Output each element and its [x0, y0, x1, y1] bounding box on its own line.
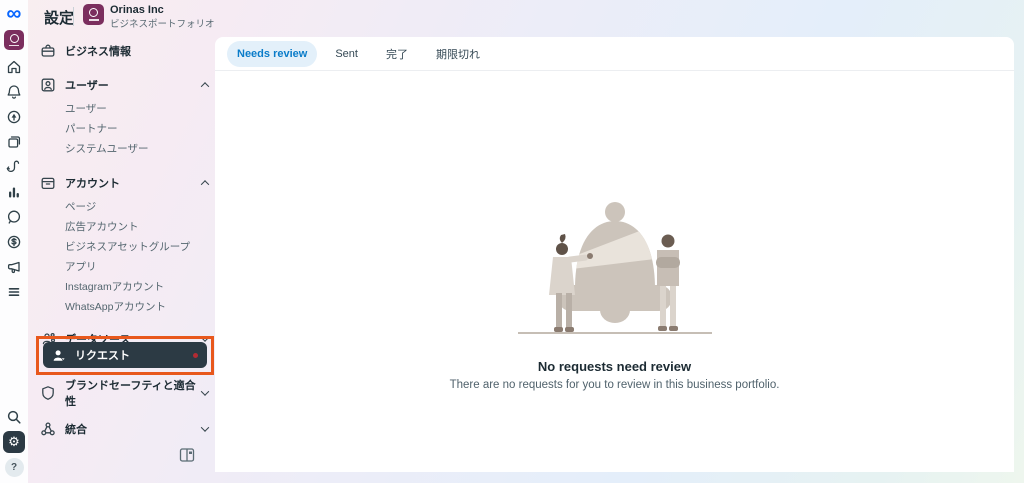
empty-state-subtitle: There are no requests for you to review …: [450, 379, 780, 391]
business-type-label: ビジネスポートフォリオ: [110, 16, 215, 30]
app-rail: ∞: [0, 0, 28, 483]
empty-state: No requests need review There are no req…: [215, 193, 1014, 391]
chevron-down-icon: [201, 387, 209, 395]
all-tools-icon[interactable]: [3, 281, 25, 303]
sidebar-label: ブランドセーフティと適合性: [65, 377, 202, 409]
sidebar-item-whatsapp-accounts[interactable]: WhatsAppアカウント: [40, 296, 214, 316]
notifications-icon[interactable]: [3, 81, 25, 103]
sidebar-section-brand-safety[interactable]: ブランドセーフティと適合性: [40, 380, 214, 406]
sidebar-label: アカウント: [65, 175, 202, 191]
chevron-down-icon: [201, 423, 209, 431]
sidebar-item-system-users[interactable]: システムユーザー: [40, 138, 214, 158]
ads-icon[interactable]: [3, 256, 25, 278]
messages-icon[interactable]: [3, 206, 25, 228]
hook-icon[interactable]: [3, 156, 25, 178]
sidebar-section-integrations[interactable]: 統合: [40, 416, 214, 442]
avatar-bar: [9, 45, 19, 47]
insights-icon[interactable]: [3, 181, 25, 203]
business-portfolio-avatar[interactable]: [83, 4, 104, 25]
monetization-icon[interactable]: [3, 231, 25, 253]
sidebar-item-instagram-accounts[interactable]: Instagramアカウント: [40, 276, 214, 296]
boost-icon[interactable]: [3, 106, 25, 128]
settings-sidebar: ビジネス情報 ユーザー ユーザー パートナー システムユーザー アカウント ペー…: [40, 38, 214, 352]
tab-needs-review[interactable]: Needs review: [227, 41, 317, 67]
user-card-icon: [40, 77, 56, 93]
settings-sidebar-lower: ブランドセーフティと適合性 統合: [40, 380, 214, 442]
briefcase-icon: [40, 43, 56, 59]
sidebar-item-asset-groups[interactable]: ビジネスアセットグループ: [40, 236, 214, 256]
unread-dot-badge: [193, 353, 198, 358]
business-settings-screen: ∞: [0, 0, 1024, 483]
person-icon: [52, 348, 67, 363]
sidebar-label: ユーザー: [65, 77, 202, 93]
sidebar-item-ad-accounts[interactable]: 広告アカウント: [40, 216, 214, 236]
sidebar-item-pages[interactable]: ページ: [40, 196, 214, 216]
collapse-sidebar-icon[interactable]: [178, 446, 196, 464]
avatar-ring: [10, 34, 19, 43]
integration-nodes-icon: [40, 421, 56, 437]
tab-done[interactable]: 完了: [376, 39, 418, 69]
search-icon[interactable]: [3, 406, 25, 428]
sidebar-item-apps[interactable]: アプリ: [40, 256, 214, 276]
requests-panel: Needs review Sent 完了 期限切れ: [215, 37, 1014, 472]
help-icon[interactable]: ?: [5, 458, 24, 477]
chevron-up-icon: [201, 82, 209, 90]
sidebar-item-requests[interactable]: リクエスト: [43, 342, 207, 368]
bell-illustration: [500, 193, 730, 343]
sidebar-section-users[interactable]: ユーザー: [40, 72, 214, 98]
avatar-bar: [89, 19, 99, 21]
sidebar-label: ビジネス情報: [65, 43, 214, 59]
shield-icon: [40, 385, 56, 401]
requests-tabbar: Needs review Sent 完了 期限切れ: [215, 37, 1014, 71]
tab-sent[interactable]: Sent: [325, 41, 368, 67]
header-divider: [73, 7, 74, 26]
sidebar-section-accounts[interactable]: アカウント: [40, 170, 214, 196]
page-title: 設定: [44, 7, 74, 28]
sidebar-item-business-info[interactable]: ビジネス情報: [40, 38, 214, 64]
archive-box-icon: [40, 175, 56, 191]
business-avatar-icon[interactable]: [4, 30, 24, 50]
content-icon[interactable]: [3, 131, 25, 153]
empty-state-title: No requests need review: [538, 359, 691, 374]
settings-gear-icon[interactable]: ⚙: [3, 431, 25, 453]
home-icon[interactable]: [3, 56, 25, 78]
avatar-ring: [89, 8, 98, 17]
chevron-up-icon: [201, 180, 209, 188]
sidebar-item-users[interactable]: ユーザー: [40, 98, 214, 118]
meta-logo-icon[interactable]: ∞: [7, 4, 22, 24]
sidebar-label: 統合: [65, 421, 202, 437]
sidebar-item-partners[interactable]: パートナー: [40, 118, 214, 138]
sidebar-label: リクエスト: [75, 347, 193, 363]
business-name[interactable]: Orinas Inc: [110, 4, 164, 16]
tab-expired[interactable]: 期限切れ: [426, 39, 490, 69]
